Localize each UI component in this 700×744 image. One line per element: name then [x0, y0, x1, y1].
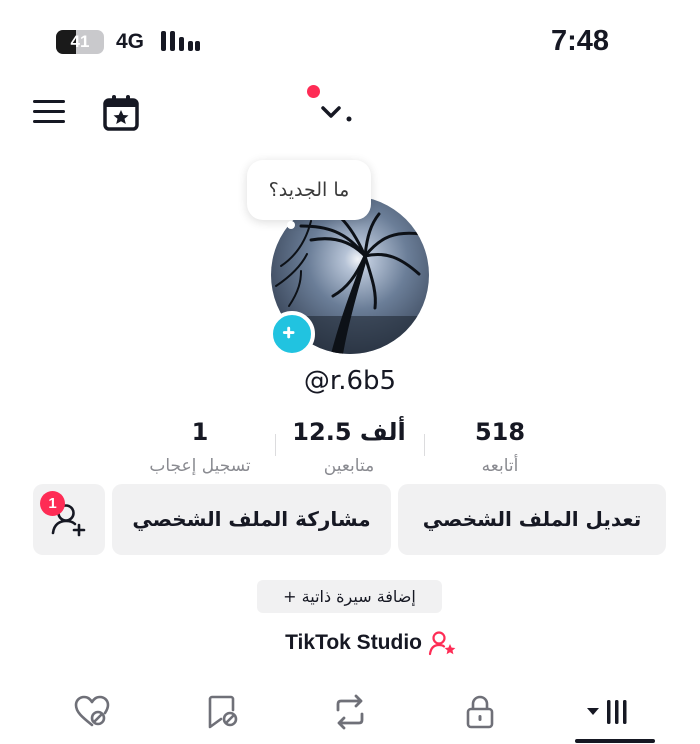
videos-grid-icon[interactable] [585, 692, 635, 732]
network-type: 4G [116, 30, 145, 53]
favorites-bookmark-icon[interactable] [203, 692, 243, 732]
username: @r.6b5 [303, 366, 397, 396]
add-bio-button[interactable]: + إضافة سيرة ذاتية [257, 580, 442, 613]
following-label: أتابعه [481, 456, 519, 476]
share-profile-button[interactable]: مشاركة الملف الشخصي [112, 484, 391, 555]
liked-heart-icon[interactable] [72, 692, 112, 732]
chevron-down-icon[interactable] [318, 100, 358, 126]
creator-star-icon [428, 631, 456, 656]
reposts-icon[interactable] [330, 692, 370, 732]
following-count[interactable]: 518 [430, 418, 570, 446]
friend-request-badge: 1 [40, 491, 65, 516]
edit-profile-button[interactable]: تعديل الملف الشخصي [398, 484, 666, 555]
calendar-star-icon[interactable] [100, 92, 142, 132]
whats-new-bubble[interactable]: ما الجديد؟ [247, 160, 371, 220]
clock: 7:48 [550, 25, 610, 57]
likes-count[interactable]: 1 [130, 418, 270, 446]
notification-dot [307, 85, 320, 98]
active-tab-indicator [575, 739, 655, 743]
followers-count[interactable]: 12.5 ألف [279, 418, 419, 446]
followers-label: متابعين [323, 456, 375, 476]
battery-percent: 41 [70, 32, 90, 51]
tiktok-studio-label: TikTok Studio [285, 631, 422, 654]
hamburger-menu-icon[interactable] [30, 94, 68, 130]
bubble-pointer [287, 221, 295, 229]
stats-divider [275, 434, 276, 456]
stats-divider [424, 434, 425, 456]
battery-indicator: 41 [56, 30, 104, 54]
private-lock-icon[interactable] [460, 692, 500, 732]
likes-label: تسجيل إعجاب [149, 456, 251, 476]
signal-strength-icon [161, 31, 200, 51]
tiktok-studio-link[interactable]: TikTok Studio [230, 628, 470, 658]
add-photo-plus-icon[interactable] [269, 311, 315, 357]
